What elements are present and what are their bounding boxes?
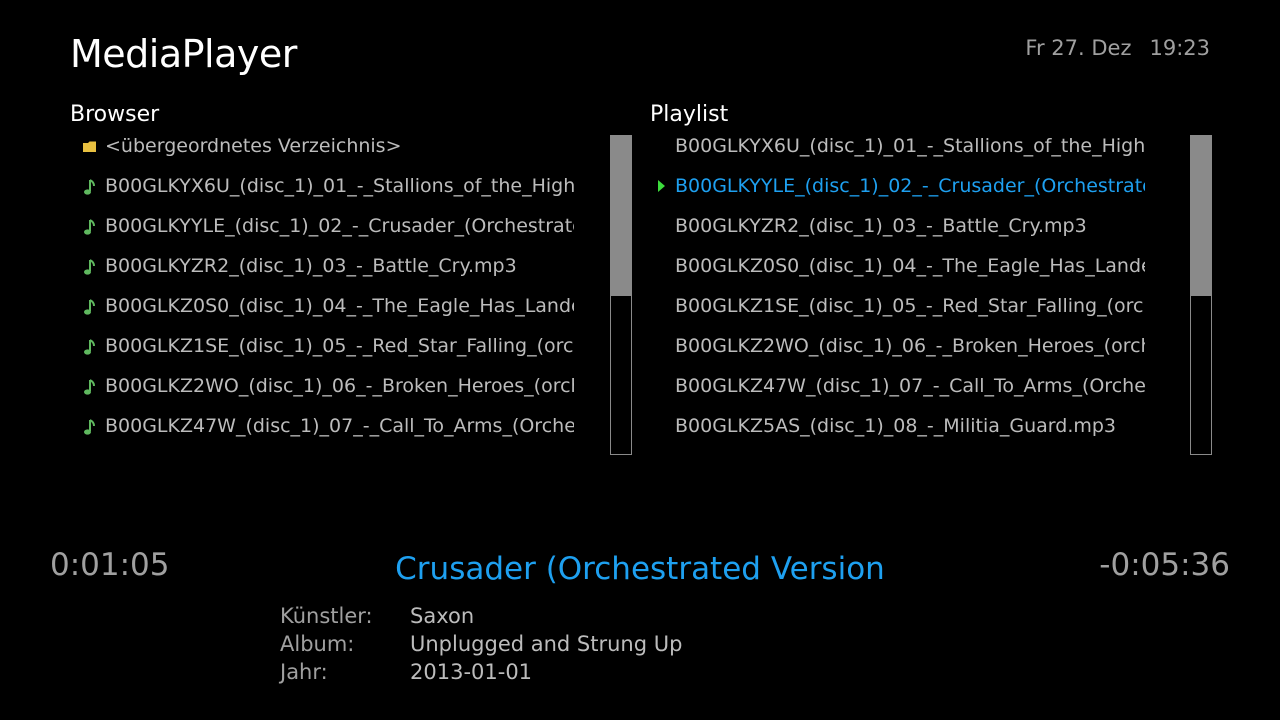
browser-scrollbar[interactable]	[610, 135, 632, 455]
browser-item-label: B00GLKYX6U_(disc_1)_01_-_Stallions_of_th…	[105, 175, 574, 197]
playlist-item-label: B00GLKYYLE_(disc_1)_02_-_Crusader_(Orche…	[675, 175, 1145, 197]
playlist-item-label: B00GLKZ1SE_(disc_1)_05_-_Red_Star_Fallin…	[675, 295, 1145, 317]
album-label: Album:	[280, 632, 355, 656]
now-playing-title: Crusader (Orchestrated Version	[395, 551, 885, 587]
track-metadata: Künstler: Saxon Album: Unplugged and Strun…	[280, 602, 682, 686]
playlist-item-label: B00GLKZ0S0_(disc_1)_04_-_The_Eagle_Has_L…	[675, 255, 1145, 277]
playlist-scrollbar-thumb[interactable]	[1191, 136, 1211, 296]
browser-item[interactable]: B00GLKYYLE_(disc_1)_02_-_Crusader_(Orche…	[80, 214, 574, 254]
music-note-icon	[84, 379, 95, 395]
playlist-item[interactable]: B00GLKZ1SE_(disc_1)_05_-_Red_Star_Fallin…	[655, 294, 1145, 334]
playlist-item-label: B00GLKZ5AS_(disc_1)_08_-_Militia_Guard.m…	[675, 415, 1117, 437]
music-note-icon	[84, 339, 95, 355]
mediaplayer-screen: MediaPlayer Fr 27. Dez 19:23 Browser Play…	[0, 0, 1280, 720]
playlist-item[interactable]: B00GLKZ47W_(disc_1)_07_-_Call_To_Arms_(O…	[655, 374, 1145, 414]
music-note-icon	[84, 179, 95, 195]
browser-item-label: B00GLKZ0S0_(disc_1)_04_-_The_Eagle_Has_L…	[105, 295, 574, 317]
playlist-item[interactable]: B00GLKYYLE_(disc_1)_02_-_Crusader_(Orche…	[655, 174, 1145, 214]
playlist-item-label: B00GLKYX6U_(disc_1)_01_-_Stallions_of_th…	[675, 135, 1145, 157]
playlist-title: Playlist	[650, 102, 729, 127]
browser-scrollbar-thumb[interactable]	[611, 136, 631, 296]
browser-item-label: B00GLKZ2WO_(disc_1)_06_-_Broken_Heroes_(…	[105, 375, 574, 397]
browser-item-parent-directory[interactable]: <übergeordnetes Verzeichnis>	[80, 134, 574, 174]
playlist-item-label: B00GLKZ2WO_(disc_1)_06_-_Broken_Heroes_(…	[675, 335, 1145, 357]
browser-item[interactable]: B00GLKZ0S0_(disc_1)_04_-_The_Eagle_Has_L…	[80, 294, 574, 334]
music-note-icon	[84, 299, 95, 315]
album-value: Unplugged and Strung Up	[410, 632, 683, 656]
playlist-item[interactable]: B00GLKYX6U_(disc_1)_01_-_Stallions_of_th…	[655, 134, 1145, 174]
artist-row: Künstler: Saxon	[280, 602, 682, 630]
album-row: Album: Unplugged and Strung Up	[280, 630, 682, 658]
year-value: 2013-01-01	[410, 660, 533, 684]
playlist-item-label: B00GLKZ47W_(disc_1)_07_-_Call_To_Arms_(O…	[675, 375, 1145, 397]
clock: Fr 27. Dez 19:23	[1025, 36, 1210, 60]
music-note-icon	[84, 219, 95, 235]
playlist-item[interactable]: B00GLKYZR2_(disc_1)_03_-_Battle_Cry.mp3	[655, 214, 1145, 254]
browser-item[interactable]: B00GLKZ2WO_(disc_1)_06_-_Broken_Heroes_(…	[80, 374, 574, 414]
music-note-icon	[84, 259, 95, 275]
music-note-icon	[84, 419, 95, 435]
browser-item[interactable]: B00GLKYZR2_(disc_1)_03_-_Battle_Cry.mp3	[80, 254, 574, 294]
browser-item[interactable]: B00GLKZ47W_(disc_1)_07_-_Call_To_Arms_(O…	[80, 414, 574, 454]
browser-title: Browser	[70, 102, 160, 127]
browser-list[interactable]: <übergeordnetes Verzeichnis> B00GLKYX6U_(…	[80, 134, 574, 454]
clock-date: Fr 27. Dez	[1025, 36, 1132, 60]
browser-item[interactable]: B00GLKYX6U_(disc_1)_01_-_Stallions_of_th…	[80, 174, 574, 214]
year-row: Jahr: 2013-01-01	[280, 658, 682, 686]
year-label: Jahr:	[280, 660, 328, 684]
browser-item-label: B00GLKYYLE_(disc_1)_02_-_Crusader_(Orche…	[105, 215, 574, 237]
clock-time: 19:23	[1149, 36, 1210, 60]
folder-icon	[83, 141, 96, 152]
browser-item-label: B00GLKZ1SE_(disc_1)_05_-_Red_Star_Fallin…	[105, 335, 574, 357]
artist-label: Künstler:	[280, 604, 373, 628]
browser-item[interactable]: B00GLKZ1SE_(disc_1)_05_-_Red_Star_Fallin…	[80, 334, 574, 374]
browser-item-label: B00GLKYZR2_(disc_1)_03_-_Battle_Cry.mp3	[105, 255, 517, 277]
playlist-item[interactable]: B00GLKZ5AS_(disc_1)_08_-_Militia_Guard.m…	[655, 414, 1145, 454]
playlist-item-label: B00GLKYZR2_(disc_1)_03_-_Battle_Cry.mp3	[675, 215, 1087, 237]
remaining-time: -0:05:36	[1099, 547, 1230, 583]
artist-value: Saxon	[410, 604, 475, 628]
browser-item-label: <übergeordnetes Verzeichnis>	[105, 135, 402, 157]
playlist-item[interactable]: B00GLKZ2WO_(disc_1)_06_-_Broken_Heroes_(…	[655, 334, 1145, 374]
app-title: MediaPlayer	[70, 32, 297, 76]
play-marker-icon	[658, 180, 665, 192]
browser-item-label: B00GLKZ47W_(disc_1)_07_-_Call_To_Arms_(O…	[105, 415, 574, 437]
playlist-list[interactable]: B00GLKYX6U_(disc_1)_01_-_Stallions_of_th…	[655, 134, 1145, 454]
playlist-scrollbar[interactable]	[1190, 135, 1212, 455]
playlist-item[interactable]: B00GLKZ0S0_(disc_1)_04_-_The_Eagle_Has_L…	[655, 254, 1145, 294]
